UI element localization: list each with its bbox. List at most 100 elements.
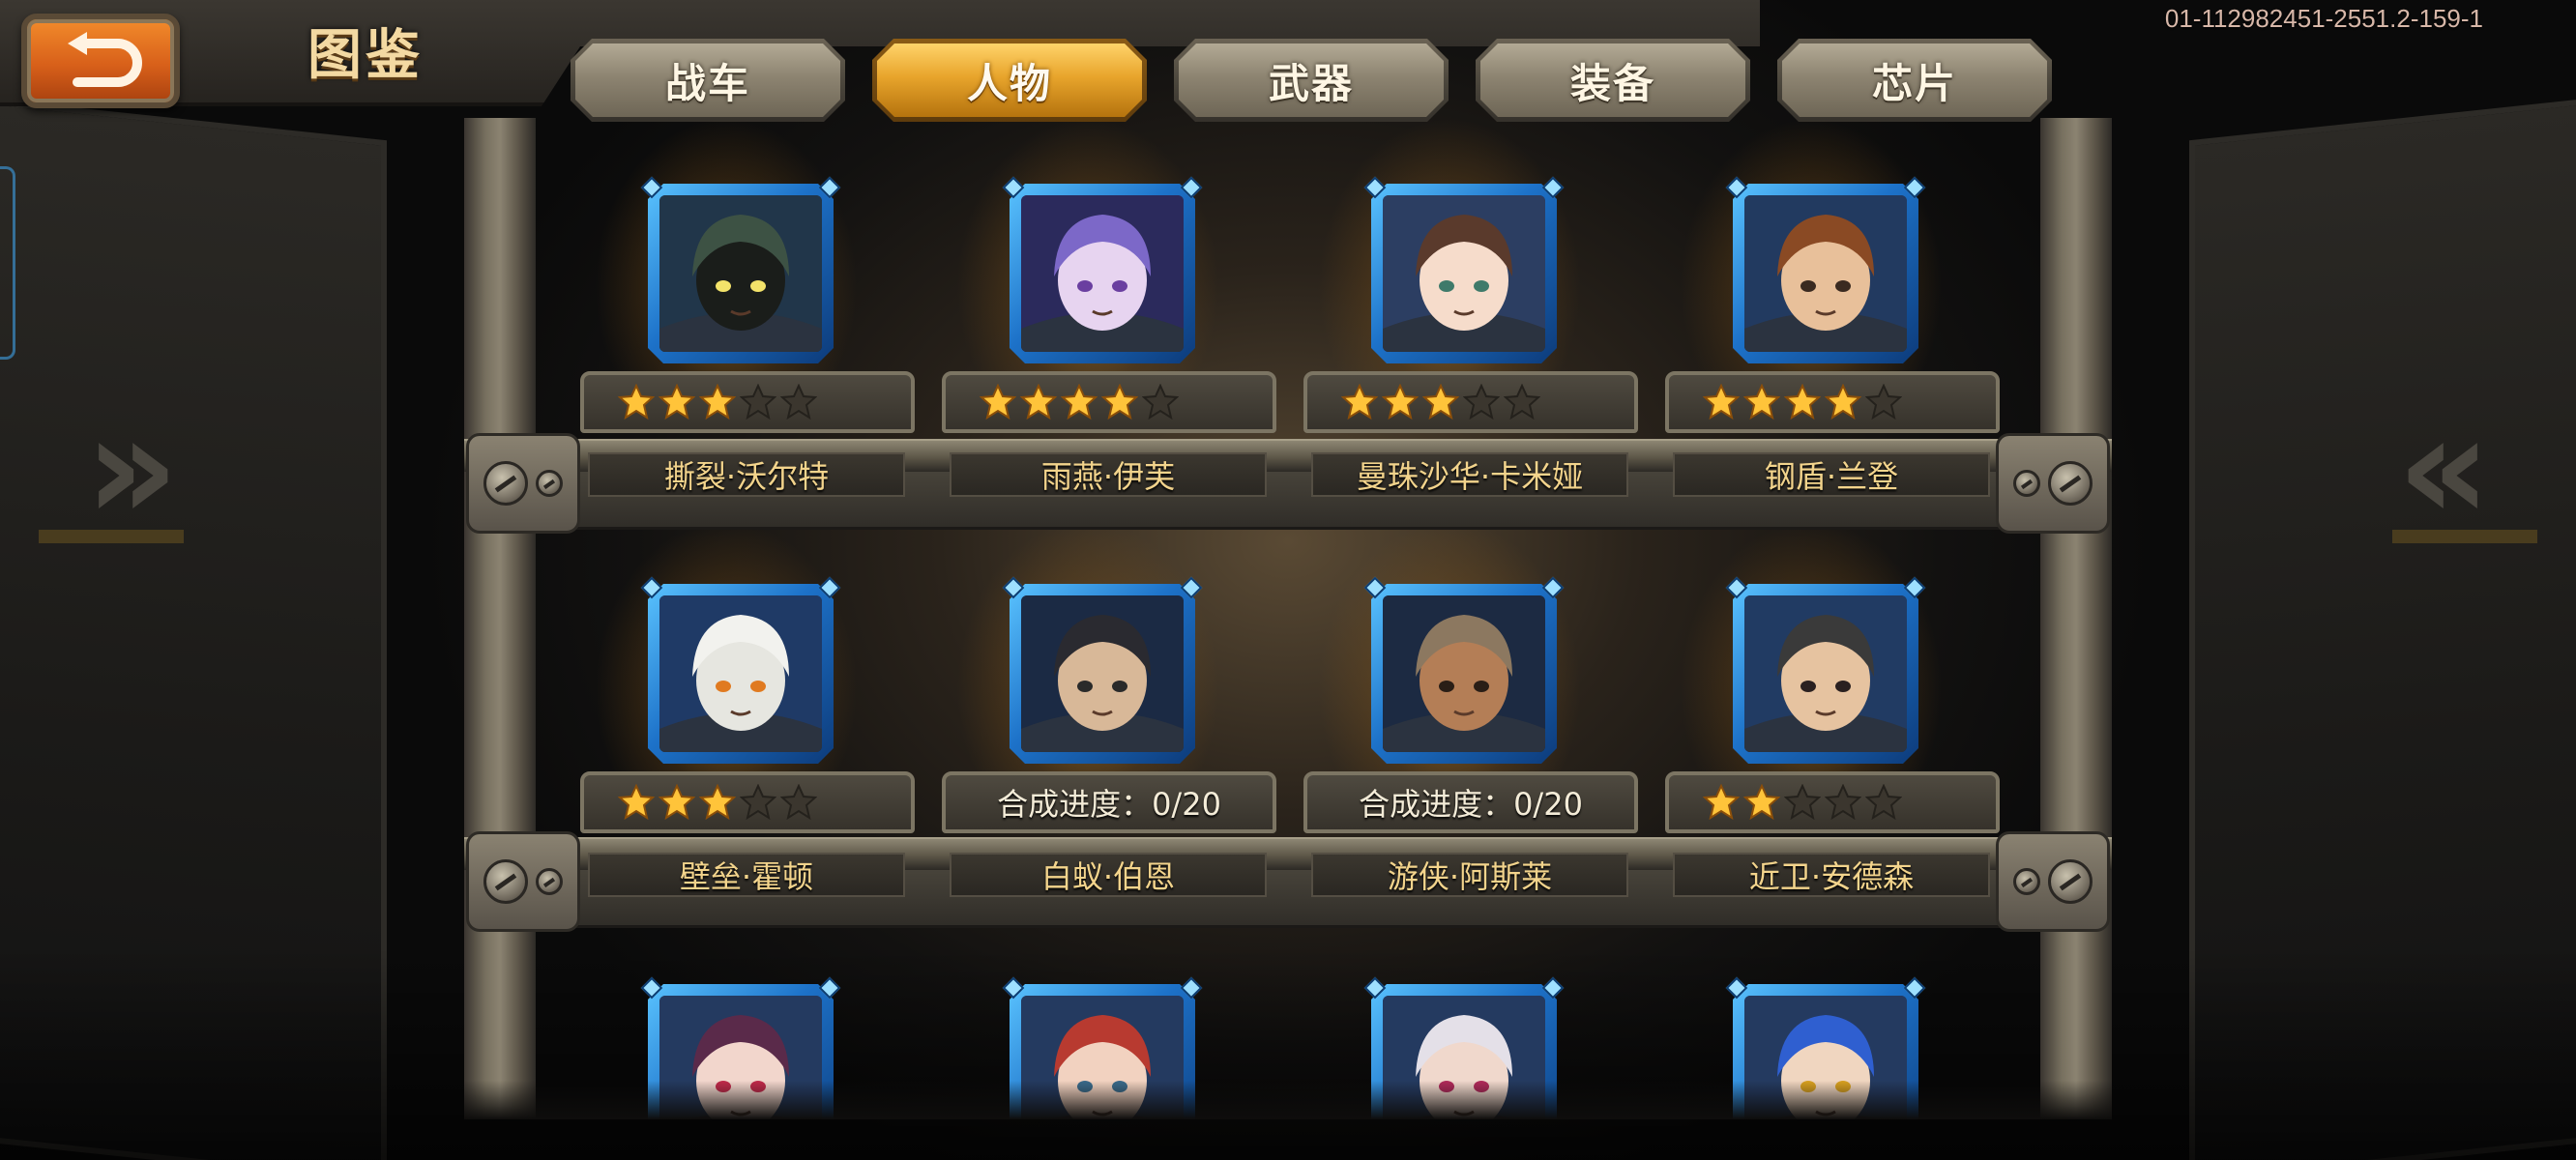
character-name: 钢盾·兰登 — [1764, 458, 1899, 495]
character-name: 游侠·阿斯莱 — [1387, 858, 1553, 895]
star-empty-icon — [740, 784, 776, 821]
return-arrow-icon — [68, 32, 142, 87]
star-empty-icon — [780, 784, 817, 821]
goggles-commander-portrait — [1744, 595, 1907, 752]
tab-label: 人物 — [966, 59, 1052, 107]
name-plate: 雨燕·伊芙 — [950, 452, 1267, 497]
shelf-bottom-fade — [464, 1081, 2112, 1119]
star-rating — [618, 784, 817, 821]
shelf-post-right — [2040, 118, 2112, 1119]
character-portrait-button[interactable] — [640, 176, 841, 363]
character-name: 白蚁·伯恩 — [1040, 858, 1176, 895]
synthesis-progress: 合成进度：0/20 — [997, 786, 1221, 823]
name-plate: 钢盾·兰登 — [1673, 452, 1990, 497]
name-plate: 近卫·安德森 — [1673, 853, 1990, 897]
bolt-cap — [466, 831, 580, 932]
character-name: 曼珠沙华·卡米娅 — [1356, 458, 1584, 495]
status-plate — [1665, 771, 2000, 833]
name-plate: 壁垒·霍顿 — [588, 853, 905, 897]
star-filled-icon — [1422, 384, 1459, 420]
star-filled-icon — [1020, 384, 1057, 420]
cowboy-portrait — [1383, 595, 1545, 752]
character-portrait-button[interactable] — [1725, 576, 1926, 764]
bolt-icon — [483, 461, 528, 506]
tab-vehicle[interactable]: 战车 — [571, 39, 845, 122]
star-empty-icon — [1504, 384, 1540, 420]
bolt-icon — [2048, 461, 2093, 506]
character-portrait-button[interactable] — [1363, 576, 1565, 764]
tab-label: 战车 — [664, 59, 750, 107]
synthesis-progress: 合成进度：0/20 — [1359, 786, 1583, 823]
bolt-icon — [2048, 859, 2093, 904]
character-name: 撕裂·沃尔特 — [663, 458, 830, 495]
left-chevron-decoration: » — [85, 385, 179, 553]
right-chevron-decoration: « — [2397, 385, 2491, 553]
tab-label: 装备 — [1569, 59, 1655, 107]
tab-chip[interactable]: 芯片 — [1777, 39, 2052, 122]
star-filled-icon — [1703, 784, 1740, 821]
star-empty-icon — [1784, 784, 1821, 821]
bolt-cap — [466, 433, 580, 534]
back-button[interactable] — [21, 14, 180, 108]
star-filled-icon — [1703, 384, 1740, 420]
tab-label: 武器 — [1268, 59, 1354, 107]
star-empty-icon — [1142, 384, 1179, 420]
tab-character[interactable]: 人物 — [872, 39, 1147, 122]
star-rating — [618, 384, 817, 420]
character-portrait-button[interactable] — [1002, 176, 1203, 363]
status-plate — [580, 771, 915, 833]
star-empty-icon — [740, 384, 776, 420]
star-empty-icon — [1865, 784, 1902, 821]
status-plate — [1665, 371, 2000, 433]
star-filled-icon — [1743, 784, 1780, 821]
tab-label: 芯片 — [1871, 59, 1957, 107]
collection-shelf[interactable]: 撕裂·沃尔特 雨燕·伊芙 曼珠沙华·卡米娅 钢盾·兰登 壁垒·霍顿 合成进度：0… — [464, 118, 2112, 1119]
bolt-icon — [2013, 470, 2040, 497]
star-empty-icon — [1825, 784, 1861, 821]
shelf-post-left — [464, 118, 536, 1119]
star-filled-icon — [1341, 384, 1378, 420]
star-filled-icon — [1061, 384, 1098, 420]
character-portrait-button[interactable] — [1725, 176, 1926, 363]
tab-equipment[interactable]: 装备 — [1476, 39, 1750, 122]
bolt-icon — [483, 859, 528, 904]
dark-haired-man-portrait — [1021, 595, 1184, 752]
star-filled-icon — [618, 384, 655, 420]
purple-haired-girl-portrait — [1021, 195, 1184, 352]
tab-weapon[interactable]: 武器 — [1174, 39, 1449, 122]
star-filled-icon — [699, 384, 736, 420]
name-plate: 曼珠沙华·卡米娅 — [1311, 452, 1628, 497]
character-portrait-button[interactable] — [1002, 576, 1203, 764]
star-rating — [1703, 784, 1902, 821]
bolt-cap — [1996, 831, 2110, 932]
hooded-assassin-portrait — [659, 195, 822, 352]
bolt-icon — [536, 868, 563, 895]
top-bar: 图鉴 01-112982451-2551.2-159-1 战车 人物 武器 装备… — [0, 0, 2576, 122]
side-drawer-handle[interactable] — [0, 166, 15, 360]
star-filled-icon — [1784, 384, 1821, 420]
armored-soldier-portrait — [1744, 195, 1907, 352]
character-name: 壁垒·霍顿 — [679, 858, 814, 895]
page-title: 图鉴 — [307, 24, 424, 87]
brown-haired-girl-portrait — [1383, 195, 1545, 352]
star-filled-icon — [659, 784, 695, 821]
star-filled-icon — [1825, 384, 1861, 420]
bolt-icon — [2013, 868, 2040, 895]
character-name: 近卫·安德森 — [1748, 858, 1915, 895]
character-portrait-button[interactable] — [640, 576, 841, 764]
star-empty-icon — [1865, 384, 1902, 420]
star-rating — [980, 384, 1179, 420]
status-plate — [580, 371, 915, 433]
star-filled-icon — [659, 384, 695, 420]
star-filled-icon — [1101, 384, 1138, 420]
star-filled-icon — [618, 784, 655, 821]
category-tabs: 战车 人物 武器 装备 芯片 — [571, 39, 2052, 122]
character-portrait-button[interactable] — [1363, 176, 1565, 363]
bolt-cap — [1996, 433, 2110, 534]
character-name: 雨燕·伊芙 — [1040, 458, 1176, 495]
star-rating — [1703, 384, 1902, 420]
star-empty-icon — [1463, 384, 1500, 420]
name-plate: 撕裂·沃尔特 — [588, 452, 905, 497]
star-rating — [1341, 384, 1540, 420]
white-mech-portrait — [659, 595, 822, 752]
